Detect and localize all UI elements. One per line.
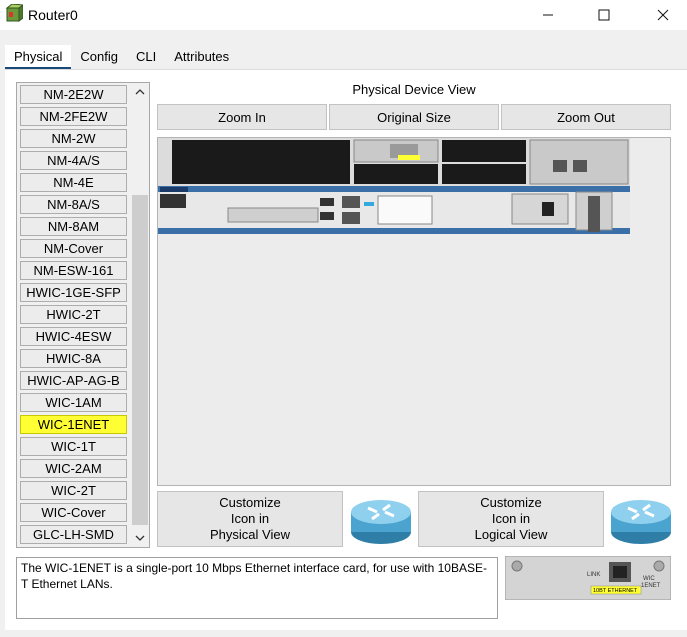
module-list-item[interactable]: NM-ESW-161 — [20, 261, 127, 280]
module-list-item[interactable]: HWIC-1GE-SFP — [20, 283, 127, 302]
module-list-item[interactable]: NM-4A/S — [20, 151, 127, 170]
module-list-item[interactable]: WIC-1T — [20, 437, 127, 456]
original-size-button[interactable]: Original Size — [329, 104, 499, 130]
module-list: NM-2E2W NM-2FE2W NM-2W NM-4A/S NM-4E NM-8A/S N… — [16, 82, 150, 548]
module-list-item[interactable]: NM-8A/S — [20, 195, 127, 214]
module-list-item[interactable]: WIC-1ENET — [20, 415, 127, 434]
packet-tracer-icon — [5, 4, 23, 22]
chevron-down-icon — [135, 535, 145, 541]
zoom-out-button[interactable]: Zoom Out — [501, 104, 671, 130]
scroll-thumb[interactable] — [132, 195, 148, 525]
module-description: The WIC-1ENET is a single-port 10 Mbps E… — [16, 557, 498, 619]
minimize-button[interactable] — [525, 0, 571, 30]
tab-physical[interactable]: Physical — [5, 45, 72, 69]
module-list-item[interactable]: WIC-1AM — [20, 393, 127, 412]
router-icon — [351, 500, 411, 544]
module-list-item[interactable]: HWIC-8A — [20, 349, 127, 368]
module-list-item[interactable]: HWIC-AP-AG-B — [20, 371, 127, 390]
chevron-up-icon — [135, 89, 145, 95]
module-list-item[interactable]: NM-2FE2W — [20, 107, 127, 126]
module-list-item[interactable]: HWIC-4ESW — [20, 327, 127, 346]
module-list-item[interactable]: NM-8AM — [20, 217, 127, 236]
module-list-item[interactable]: WIC-2AM — [20, 459, 127, 478]
module-list-item[interactable]: HWIC-2T — [20, 305, 127, 324]
router-chassis-image — [158, 138, 630, 234]
tab-config[interactable]: Config — [71, 45, 127, 69]
close-button[interactable] — [640, 0, 686, 30]
window-title: Router0 — [28, 7, 78, 23]
minimize-icon — [543, 14, 553, 16]
module-list-item[interactable]: WIC-Cover — [20, 503, 127, 522]
physical-device-view-title: Physical Device View — [352, 82, 476, 97]
close-icon — [657, 9, 669, 21]
module-list-item[interactable]: NM-2E2W — [20, 85, 127, 104]
physical-device-viewport[interactable] — [157, 137, 671, 486]
module-list-scrollbar[interactable] — [131, 83, 149, 547]
router-icon — [611, 500, 671, 544]
maximize-icon — [598, 9, 610, 21]
maximize-button[interactable] — [581, 0, 627, 30]
module-list-item[interactable]: NM-2W — [20, 129, 127, 148]
tab-bar: Physical Config CLI Attributes — [5, 45, 239, 69]
module-preview-image: LINK WIC 1ENET 10BT ETHERNET — [505, 556, 671, 600]
title-bar: Router0 — [0, 0, 687, 30]
module-list-item[interactable]: GLC-LH-SMD — [20, 525, 127, 544]
customize-physical-icon-button[interactable]: Customize Icon in Physical View — [157, 491, 343, 547]
scroll-down-button[interactable] — [131, 529, 149, 547]
customize-logical-icon-button[interactable]: Customize Icon in Logical View — [418, 491, 604, 547]
scroll-up-button[interactable] — [131, 83, 149, 101]
module-list-item[interactable]: NM-4E — [20, 173, 127, 192]
tab-attributes[interactable]: Attributes — [165, 45, 239, 69]
module-list-item[interactable]: WIC-2T — [20, 481, 127, 500]
port-label: 10BT ETHERNET — [593, 588, 638, 594]
zoom-in-button[interactable]: Zoom In — [157, 104, 327, 130]
module-list-item[interactable]: NM-Cover — [20, 239, 127, 258]
link-label: LINK — [587, 572, 600, 578]
tab-cli[interactable]: CLI — [127, 45, 166, 69]
